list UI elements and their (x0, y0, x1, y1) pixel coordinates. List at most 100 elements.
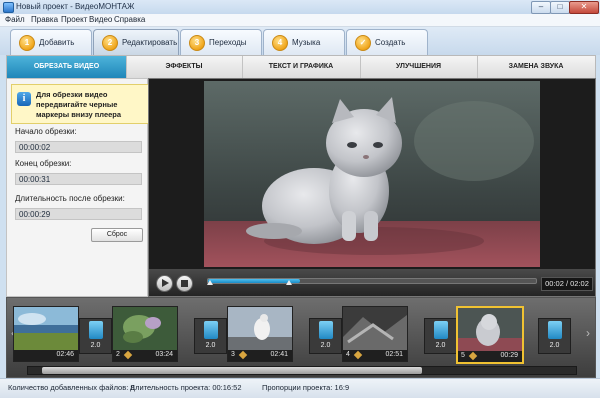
clip-info-bar: 5 00:29 (458, 351, 522, 362)
timeline-slider[interactable] (207, 278, 537, 284)
tab-edit[interactable]: 2 Редактировать (93, 29, 179, 55)
reset-button[interactable]: Сброс (91, 228, 143, 242)
step-number-badge: 4 (272, 35, 288, 51)
player-controls: 00:02 / 02:02 (149, 269, 595, 296)
minimize-button[interactable]: – (531, 1, 551, 14)
step-bar: 1 Добавить 2 Редактировать 3 Переходы 4 … (0, 27, 600, 55)
clip-image (343, 307, 407, 350)
step-label: Создать (375, 38, 406, 47)
status-bar: Количество добавленных файлов: 8 Длитель… (0, 378, 600, 398)
trim-end-field[interactable]: 00:00:31 (15, 173, 142, 185)
clip-thumbnail-selected[interactable]: 5 00:29 (456, 306, 524, 364)
clip-duration: 00:29 (500, 352, 518, 359)
transition-tile[interactable]: 2.0 (424, 318, 457, 354)
tab-enhancements[interactable]: УЛУЧШЕНИЯ (360, 56, 478, 78)
transition-duration: 2.0 (90, 342, 101, 349)
step-label: Редактировать (122, 38, 178, 47)
close-button[interactable]: ✕ (569, 1, 599, 14)
tab-trim-video[interactable]: ОБРЕЗАТЬ ВИДЕО (7, 56, 127, 78)
clip-duration: 02:51 (385, 351, 403, 358)
duration-value: 00:00:29 (15, 208, 142, 220)
maximize-button[interactable]: □ (550, 1, 570, 14)
trim-end-label: Конец обрезки: (15, 159, 72, 168)
pencil-icon (238, 350, 248, 360)
scroll-right-arrow[interactable]: › (584, 326, 592, 340)
stop-icon (181, 280, 188, 287)
status-file-count: Количество добавленных файлов: 8 (8, 383, 135, 392)
tab-create[interactable]: ✓ Создать (346, 29, 428, 55)
pencil-icon (353, 350, 363, 360)
scrollbar-thumb[interactable] (42, 367, 422, 374)
transition-tile[interactable]: 2.0 (538, 318, 571, 354)
transition-duration: 2.0 (435, 342, 446, 349)
tab-text-graphics[interactable]: ТЕКСТ И ГРАФИКА (242, 56, 361, 78)
clip-thumbnail[interactable]: 02:46 (13, 306, 79, 362)
step-number-badge: 3 (189, 35, 205, 51)
tab-add[interactable]: 1 Добавить (10, 29, 92, 55)
step-label: Добавить (39, 38, 75, 47)
stop-button[interactable] (176, 275, 193, 292)
clip-thumbnail[interactable]: 4 02:51 (342, 306, 408, 362)
hint-box: i Для обрезки видео передвигайте черные … (11, 84, 149, 124)
step-number-badge: 1 (19, 35, 35, 51)
step-label: Музыка (292, 38, 321, 47)
clip-number: 5 (461, 352, 465, 359)
transition-duration: 2.0 (549, 342, 560, 349)
menu-file[interactable]: Файл (5, 15, 25, 24)
title-bar: Новый проект - ВидеоМОНТАЖ – □ ✕ (0, 0, 600, 15)
clip-thumbnail[interactable]: 2 03:24 (112, 306, 178, 362)
transition-duration: 2.0 (320, 342, 331, 349)
storyboard-scrollbar[interactable] (27, 366, 577, 375)
menu-project[interactable]: Проект (61, 15, 87, 24)
pencil-icon (468, 351, 478, 361)
trim-start-marker[interactable] (207, 280, 214, 285)
transition-icon (89, 321, 103, 339)
transition-tile[interactable]: 2.0 (194, 318, 227, 354)
tab-effects[interactable]: ЭФФЕКТЫ (126, 56, 243, 78)
transition-icon (319, 321, 333, 339)
tab-music[interactable]: 4 Музыка (263, 29, 345, 55)
clip-info-bar: 4 02:51 (343, 350, 407, 361)
play-icon (162, 279, 169, 287)
menu-bar: Файл Правка Проект Видео Справка (0, 14, 600, 27)
menu-edit[interactable]: Правка (31, 15, 58, 24)
tab-transitions[interactable]: 3 Переходы (180, 29, 262, 55)
clip-info-bar: 02:46 (14, 350, 78, 361)
clip-number: 2 (116, 351, 120, 358)
window-title: Новый проект - ВидеоМОНТАЖ (16, 2, 135, 11)
video-player: 00:02 / 02:02 (148, 78, 596, 297)
play-button[interactable] (156, 275, 173, 292)
trim-start-label: Начало обрезки: (15, 127, 77, 136)
clip-info-bar: 3 02:41 (228, 350, 292, 361)
trim-panel: i Для обрезки видео передвигайте черные … (6, 78, 149, 297)
tab-replace-audio[interactable]: ЗАМЕНА ЗВУКА (477, 56, 595, 78)
clip-duration: 03:24 (155, 351, 173, 358)
clip-duration: 02:46 (56, 351, 74, 358)
clip-duration: 02:41 (270, 351, 288, 358)
info-icon: i (17, 92, 31, 106)
transition-icon (548, 321, 562, 339)
hint-text: Для обрезки видео передвигайте черные ма… (36, 90, 122, 119)
kitten-frame-image (204, 81, 540, 267)
step-label: Переходы (209, 38, 247, 47)
clip-image (113, 307, 177, 350)
menu-help[interactable]: Справка (114, 15, 145, 24)
clip-image (458, 308, 522, 351)
edit-subtabs: ОБРЕЗАТЬ ВИДЕО ЭФФЕКТЫ ТЕКСТ И ГРАФИКА У… (6, 55, 596, 79)
step-number-badge: 2 (102, 35, 118, 51)
app-icon (3, 2, 14, 13)
menu-video[interactable]: Видео (89, 15, 112, 24)
trim-end-marker[interactable] (286, 280, 292, 285)
pencil-icon (123, 350, 133, 360)
transition-duration: 2.0 (205, 342, 216, 349)
status-aspect-ratio: Пропорции проекта: 16:9 (262, 383, 350, 392)
clip-image (228, 307, 292, 350)
clip-number: 4 (346, 351, 350, 358)
transition-tile[interactable]: 2.0 (79, 318, 112, 354)
clip-thumbnail[interactable]: 3 02:41 (227, 306, 293, 362)
transition-tile[interactable]: 2.0 (309, 318, 342, 354)
transition-icon (204, 321, 218, 339)
trim-start-field[interactable]: 00:00:02 (15, 141, 142, 153)
clip-info-bar: 2 03:24 (113, 350, 177, 361)
storyboard: ‹ › 02:46 2.0 2 03:24 2.0 3 (6, 297, 596, 378)
